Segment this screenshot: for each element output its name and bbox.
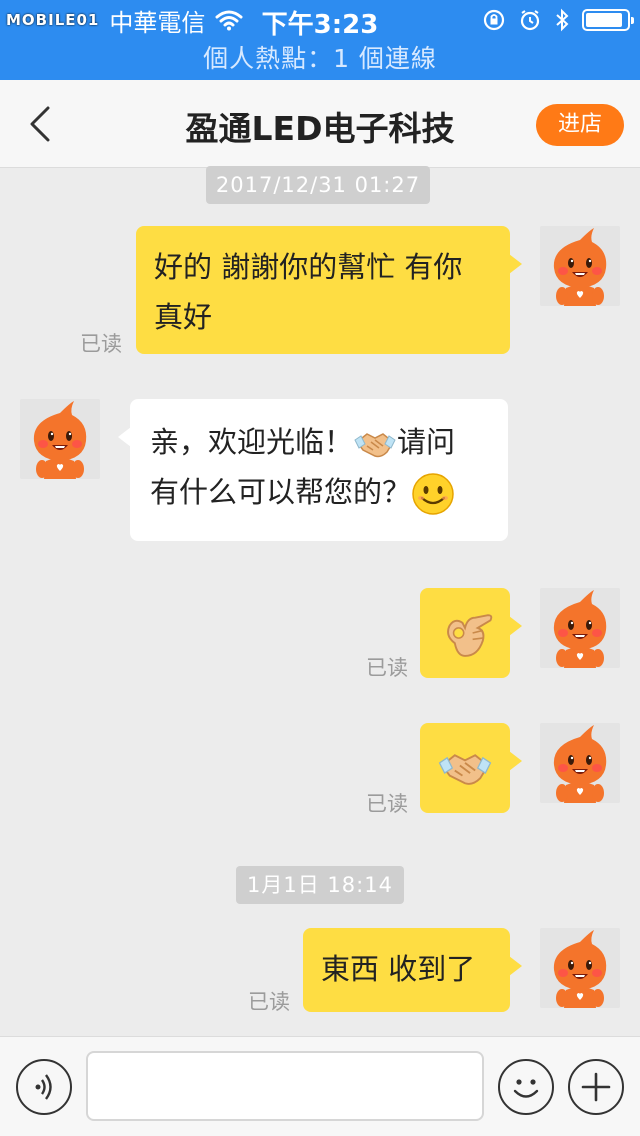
ok-hand-emoji-icon: [447, 614, 493, 657]
smiley-icon: [513, 1079, 539, 1098]
smile-emoji-icon: [411, 472, 455, 516]
input-bar: [0, 1036, 640, 1136]
message-input[interactable]: [86, 1051, 484, 1121]
enter-store-button[interactable]: 进店: [536, 104, 624, 146]
message-timestamp: 2017/12/31 01:27: [206, 166, 430, 204]
emoji-button[interactable]: [498, 1059, 554, 1115]
read-receipt: 已读: [366, 656, 408, 680]
battery-icon: [582, 9, 634, 31]
voice-icon: [35, 1074, 52, 1100]
handshake-emoji-icon: [353, 422, 398, 466]
message-bubble[interactable]: 亲，欢迎光临！ 请问 有什么可以帮您的？: [118, 399, 508, 541]
message-bubble[interactable]: [420, 723, 522, 813]
message-timestamp: 1月1日 18:14: [236, 866, 404, 904]
my-avatar[interactable]: [540, 723, 620, 803]
alarm-icon: [520, 10, 540, 31]
my-avatar[interactable]: [540, 226, 620, 306]
read-receipt: 已读: [366, 792, 408, 816]
plus-icon: [581, 1072, 611, 1102]
read-receipt: 已读: [248, 990, 290, 1014]
shop-avatar[interactable]: [20, 399, 100, 479]
status-right: [482, 6, 634, 34]
voice-button[interactable]: [16, 1059, 72, 1115]
message-bubble[interactable]: [420, 588, 522, 678]
message-text: 亲，欢迎光临！: [150, 425, 354, 459]
rotation-lock-icon: [483, 9, 505, 31]
my-avatar[interactable]: [540, 928, 620, 1008]
message-text: 有什么可以帮您的？: [150, 475, 412, 509]
status-bar: MOBILE01 中華電信 下午3:23: [0, 0, 640, 40]
message-text-line: 好的 謝謝你的幫忙 有你: [154, 250, 463, 284]
plus-button[interactable]: [568, 1059, 624, 1115]
bluetooth-icon: [556, 8, 569, 32]
chat-header: 盈通LED电子科技 进店: [0, 80, 640, 168]
hotspot-banner[interactable]: 個人熱點：1 個連線: [0, 40, 640, 80]
message-bubble[interactable]: 東西 收到了: [303, 928, 522, 1012]
message-text: 请问: [397, 425, 456, 459]
battery-level: [586, 13, 622, 27]
read-receipt: 已读: [80, 332, 122, 356]
message-text: 東西 收到了: [321, 952, 476, 986]
handshake-emoji-icon: [437, 740, 493, 796]
message-bubble[interactable]: 好的 謝謝你的幫忙 有你 真好: [136, 226, 522, 354]
my-avatar[interactable]: [540, 588, 620, 668]
message-text-line: 真好: [154, 300, 213, 334]
